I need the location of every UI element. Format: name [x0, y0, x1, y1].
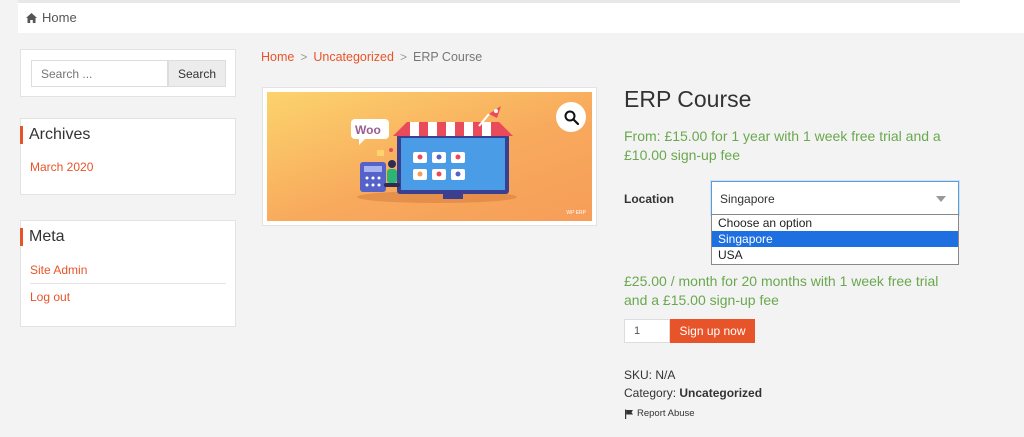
sku-label: SKU: — [624, 368, 653, 382]
location-option[interactable]: USA — [712, 247, 958, 263]
top-right-area — [960, 0, 1024, 33]
magnifier-icon — [564, 110, 579, 125]
location-option-selected[interactable]: Singapore — [712, 231, 958, 247]
archive-link-march-2020[interactable]: March 2020 — [30, 160, 93, 174]
home-label: Home — [42, 10, 77, 25]
product-gallery: Woo WP ERP — [262, 87, 597, 226]
search-input[interactable] — [31, 60, 168, 87]
breadcrumb-current: ERP Course — [412, 50, 483, 64]
site-admin-link[interactable]: Site Admin — [30, 263, 87, 277]
home-icon — [26, 12, 37, 23]
search-button[interactable]: Search — [168, 60, 226, 87]
breadcrumb-separator: > — [399, 50, 407, 64]
zoom-button[interactable] — [556, 102, 586, 132]
report-abuse-label: Report Abuse — [637, 408, 695, 419]
archives-title: Archives — [20, 126, 90, 144]
sku-line: SKU: N/A — [624, 368, 675, 382]
price-from: From: £15.00 for 1 year with 1 week free… — [624, 128, 941, 163]
top-nav-bar: Home — [18, 0, 960, 33]
sku-value: N/A — [655, 368, 676, 382]
product-title: ERP Course — [624, 86, 752, 112]
location-option[interactable]: Choose an option — [712, 215, 958, 231]
storefront-illustration: Woo — [351, 106, 517, 203]
location-dropdown: Choose an option Singapore USA — [711, 214, 959, 265]
meta-divider — [30, 283, 226, 284]
meta-title: Meta — [20, 228, 65, 246]
breadcrumb-separator: > — [300, 50, 308, 64]
archives-widget: Archives March 2020 — [20, 118, 236, 195]
image-watermark: WP ERP — [566, 210, 586, 216]
sign-up-button[interactable]: Sign up now — [670, 319, 755, 343]
location-label: Location — [624, 192, 674, 206]
category-line: Category: Uncategorized — [624, 386, 762, 400]
location-selected-value: Singapore — [720, 192, 775, 206]
search-widget: Search — [20, 49, 236, 97]
report-abuse-link[interactable]: Report Abuse — [624, 408, 695, 419]
home-link[interactable]: Home — [26, 10, 77, 25]
product-image[interactable]: Woo WP ERP — [267, 92, 592, 221]
category-link[interactable]: Uncategorized — [679, 386, 762, 400]
breadcrumb-category[interactable]: Uncategorized — [313, 50, 394, 64]
logout-link[interactable]: Log out — [30, 290, 70, 304]
woo-badge: Woo — [355, 123, 381, 137]
chevron-down-icon — [936, 196, 946, 202]
variant-price: £25.00 / month for 20 months with 1 week… — [624, 273, 939, 308]
location-select[interactable]: Singapore — [711, 181, 959, 215]
flag-icon — [625, 409, 633, 419]
meta-widget: Meta Site Admin Log out — [20, 220, 236, 327]
quantity-input[interactable]: 1 — [624, 319, 670, 343]
breadcrumb-home[interactable]: Home — [261, 50, 294, 64]
category-label: Category: — [624, 386, 677, 400]
breadcrumb: Home > Uncategorized > ERP Course — [261, 50, 482, 64]
